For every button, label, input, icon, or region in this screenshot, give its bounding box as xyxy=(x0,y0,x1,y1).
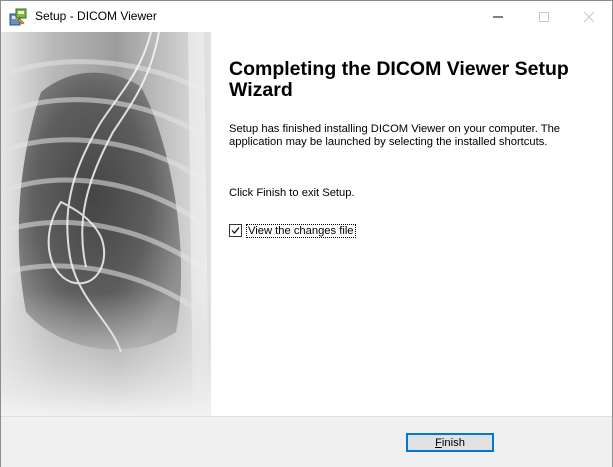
checkmark-icon xyxy=(231,227,240,234)
chest-x-ray-image xyxy=(1,32,211,416)
setup-window: Setup - DICOM Viewer Completing the DICO… xyxy=(0,0,613,467)
close-button[interactable] xyxy=(566,1,612,32)
close-icon xyxy=(584,11,594,22)
description-text: Setup has finished installing DICOM View… xyxy=(229,123,561,148)
installer-icon xyxy=(9,8,27,26)
title-bar[interactable]: Setup - DICOM Viewer xyxy=(1,1,612,32)
minimize-button[interactable] xyxy=(475,1,521,32)
maximize-icon xyxy=(539,11,549,22)
content-area: Completing the DICOM Viewer Setup Wizard… xyxy=(211,32,612,416)
minimize-icon xyxy=(493,16,503,17)
button-bar: Finish xyxy=(1,416,612,467)
finish-instruction: Click Finish to exit Setup. xyxy=(229,187,355,199)
maximize-button[interactable] xyxy=(521,1,567,32)
finish-button[interactable]: Finish xyxy=(406,433,494,452)
window-title: Setup - DICOM Viewer xyxy=(35,9,157,23)
page-title: Completing the DICOM Viewer Setup Wizard xyxy=(229,58,569,101)
view-changes-checkbox[interactable] xyxy=(229,224,242,237)
finish-access-key: F xyxy=(435,436,442,449)
finish-label-rest: inish xyxy=(441,436,465,449)
view-changes-label[interactable]: View the changes file xyxy=(246,223,356,238)
view-changes-checkbox-row[interactable]: View the changes file xyxy=(229,223,356,238)
